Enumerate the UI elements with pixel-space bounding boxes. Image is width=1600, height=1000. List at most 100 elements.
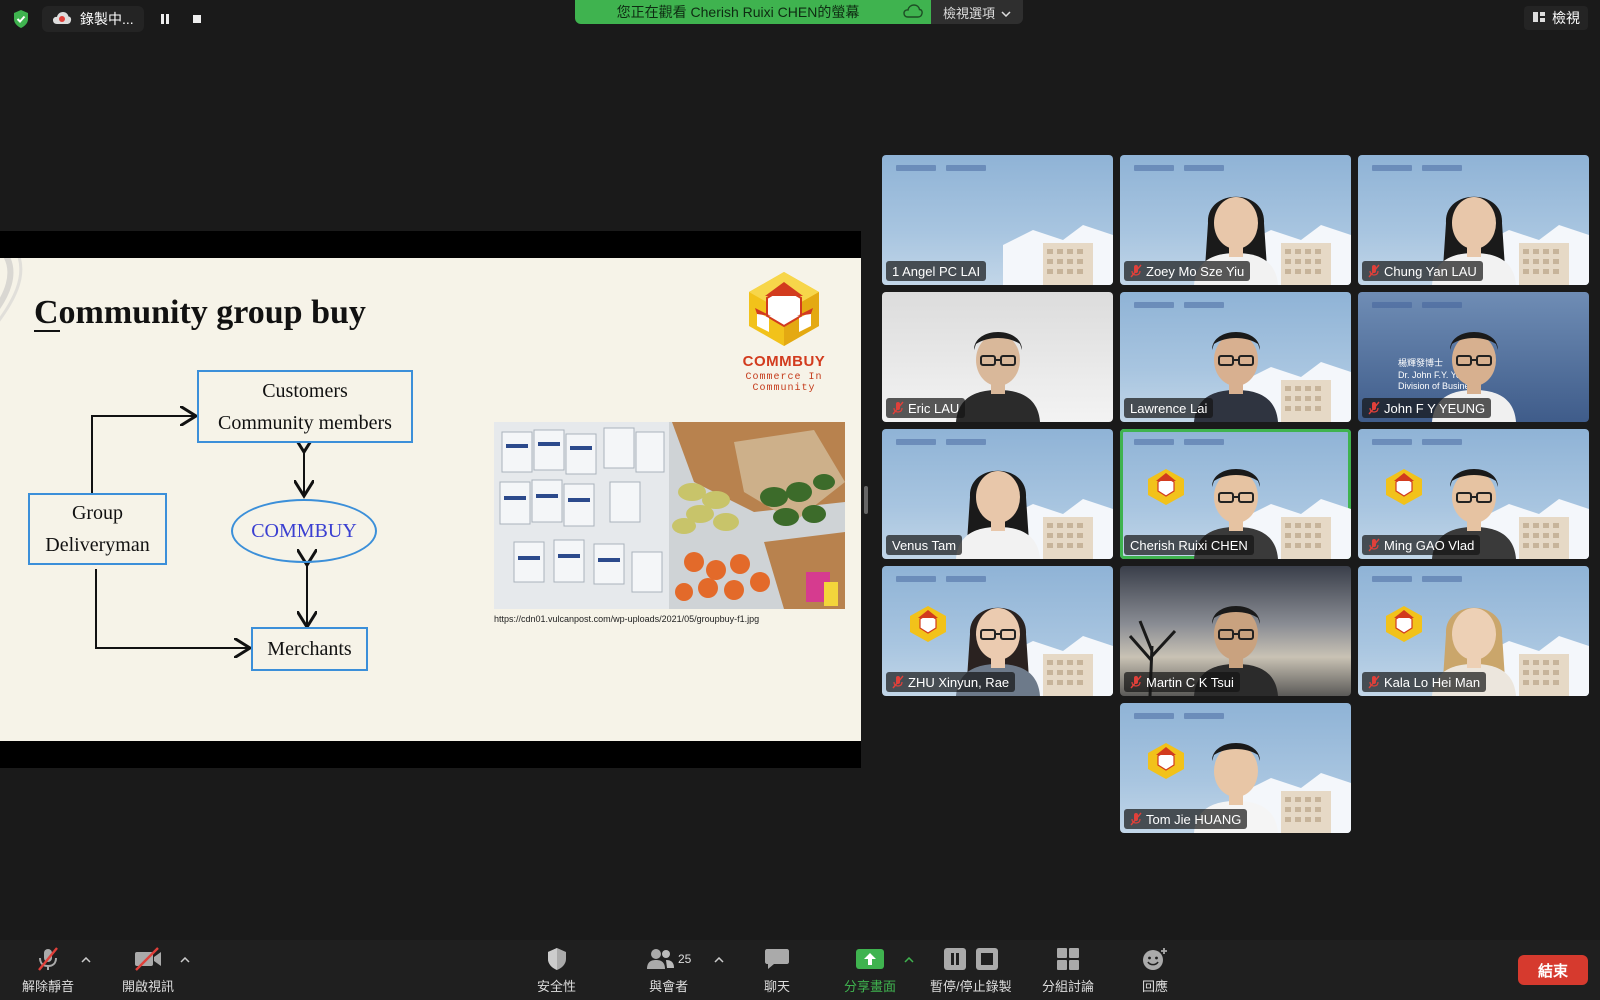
commbuy-background-logo-icon (1148, 743, 1184, 779)
participant-tile[interactable]: Cherish Ruixi CHEN (1120, 429, 1351, 559)
mic-muted-icon (1368, 264, 1380, 278)
participant-name: Eric LAU (908, 400, 960, 416)
zoom-meeting-window: 錄製中... 您正在觀看 Cherish Ruixi CHEN的螢幕 檢視選項 … (0, 0, 1600, 1000)
pause-stop-recording-button[interactable]: 暫停/停止錄製 (930, 946, 1012, 995)
customers-line1: Customers (262, 379, 348, 402)
group-line1: Group (71, 502, 124, 524)
unmute-button[interactable]: 解除靜音 (22, 946, 74, 995)
commbuy-ellipse-label: COMMBUY (251, 519, 357, 542)
breakout-rooms-button[interactable]: 分組討論 (1042, 946, 1094, 995)
participants-count: 25 (678, 952, 692, 966)
participant-name: Tom Jie HUANG (1146, 811, 1242, 827)
background-logos (1372, 302, 1462, 308)
recording-indicator: 錄製中... (42, 6, 144, 32)
chat-button[interactable]: 聊天 (764, 946, 790, 995)
background-logos (1134, 439, 1224, 445)
view-options-label: 檢視選項 (942, 5, 995, 21)
view-options-dropdown[interactable]: 檢視選項 (931, 0, 1023, 24)
participant-tile[interactable]: Zoey Mo Sze Yiu (1120, 155, 1351, 285)
pause-stop-icon (943, 946, 999, 972)
view-layout-button[interactable]: 檢視 (1524, 6, 1588, 30)
participant-tile[interactable]: Tom Jie HUANG (1120, 703, 1351, 833)
groupbuy-photo (494, 422, 845, 609)
background-logos (896, 439, 986, 445)
meeting-toolbar: 解除靜音 開啟視訊 安全性 25 與會者 聊天 分享畫面 暫停/停止錄製 分組討… (0, 940, 1600, 1000)
reactions-button[interactable]: 回應 (1142, 946, 1168, 995)
logo-name: COMMBUY (742, 353, 826, 370)
security-shield-icon[interactable] (10, 8, 32, 30)
participant-tile[interactable]: Ming GAO Vlad (1358, 429, 1589, 559)
participant-tile[interactable]: Martin C K Tsui (1120, 566, 1351, 696)
start-video-label: 開啟視訊 (122, 979, 175, 994)
chat-label: 聊天 (764, 979, 791, 994)
background-logos (1134, 302, 1224, 308)
split-view-handle[interactable] (864, 486, 868, 514)
participant-video-figure (955, 470, 1040, 559)
mic-muted-icon (1368, 675, 1380, 689)
participant-name: Ming GAO Vlad (1384, 537, 1475, 553)
commbuy-logo: COMMBUY Commerce In Community (716, 268, 852, 394)
mic-muted-icon (1130, 264, 1142, 278)
participant-name-label: Eric LAU (886, 398, 966, 418)
merchants-box: Merchants (251, 627, 368, 671)
participant-tile[interactable]: 楊輝發博士 Dr. John F.Y. Yeung Division of Busi… (1358, 292, 1589, 422)
end-meeting-button[interactable]: 結束 (1518, 955, 1588, 985)
security-label: 安全性 (537, 979, 577, 994)
participant-name-label: Chung Yan LAU (1362, 261, 1483, 281)
background-logos (1372, 165, 1462, 171)
reactions-label: 回應 (1142, 979, 1169, 994)
video-options-caret-icon[interactable] (180, 954, 190, 966)
participant-name-label: Martin C K Tsui (1124, 672, 1240, 692)
customers-box: Customers Community members (197, 370, 413, 443)
participant-name-label: ZHU Xinyun, Rae (886, 672, 1016, 692)
logo-tagline: Commerce In Community (745, 372, 823, 394)
start-video-button[interactable]: 開啟視訊 (122, 946, 174, 995)
share-screen-button[interactable]: 分享畫面 (844, 946, 896, 995)
background-logos (896, 165, 986, 171)
background-logos (896, 576, 986, 582)
shield-icon (546, 946, 568, 972)
background-logos (1134, 713, 1224, 719)
background-logos (1372, 439, 1462, 445)
customers-line2: Community members (218, 411, 392, 434)
view-label: 檢視 (1552, 10, 1580, 26)
participant-tile[interactable]: ZHU Xinyun, Rae (882, 566, 1113, 696)
participants-caret-icon[interactable] (714, 954, 724, 966)
mic-muted-icon (1368, 538, 1380, 552)
viewing-banner-text: 您正在觀看 Cherish Ruixi CHEN的螢幕 (616, 4, 860, 20)
participant-name-label: Kala Lo Hei Man (1362, 672, 1487, 692)
mic-muted-icon (1130, 812, 1142, 826)
commbuy-background-logo-icon (910, 606, 946, 642)
mic-muted-icon (892, 401, 904, 415)
share-screen-label: 分享畫面 (844, 979, 897, 994)
participants-button[interactable]: 25 與會者 (646, 946, 691, 995)
participant-name: John F Y YEUNG (1384, 400, 1486, 416)
video-off-icon (133, 946, 163, 972)
chevron-down-icon (1001, 5, 1011, 20)
shared-screen: Community group buy Customers Community … (0, 231, 861, 768)
participants-label: 與會者 (649, 979, 689, 994)
participant-tile[interactable]: 1 Angel PC LAI (882, 155, 1113, 285)
recording-label: 錄製中... (80, 11, 134, 27)
participant-name-label: Cherish Ruixi CHEN (1124, 535, 1254, 555)
participant-name-label: John F Y YEUNG (1362, 398, 1492, 418)
stop-recording-icon[interactable] (186, 8, 208, 30)
commbuy-ellipse: COMMBUY (231, 499, 377, 563)
audio-options-caret-icon[interactable] (81, 954, 91, 966)
layout-icon (1532, 10, 1546, 26)
security-button[interactable]: 安全性 (537, 946, 576, 995)
smiley-icon (1142, 946, 1168, 972)
participant-name-label: Ming GAO Vlad (1362, 535, 1481, 555)
participant-name: Martin C K Tsui (1146, 674, 1234, 690)
share-options-caret-icon[interactable] (904, 954, 914, 966)
participant-tile[interactable]: Kala Lo Hei Man (1358, 566, 1589, 696)
chat-icon (764, 946, 790, 972)
participant-tile[interactable]: Eric LAU (882, 292, 1113, 422)
pause-recording-icon[interactable] (154, 8, 176, 30)
participant-name-label: Zoey Mo Sze Yiu (1124, 261, 1251, 281)
participant-tile[interactable]: Venus Tam (882, 429, 1113, 559)
participant-tile[interactable]: Chung Yan LAU (1358, 155, 1589, 285)
viewing-share-banner: 您正在觀看 Cherish Ruixi CHEN的螢幕 (575, 0, 931, 24)
commbuy-background-logo-icon (1386, 469, 1422, 505)
participant-tile[interactable]: Lawrence Lai (1120, 292, 1351, 422)
